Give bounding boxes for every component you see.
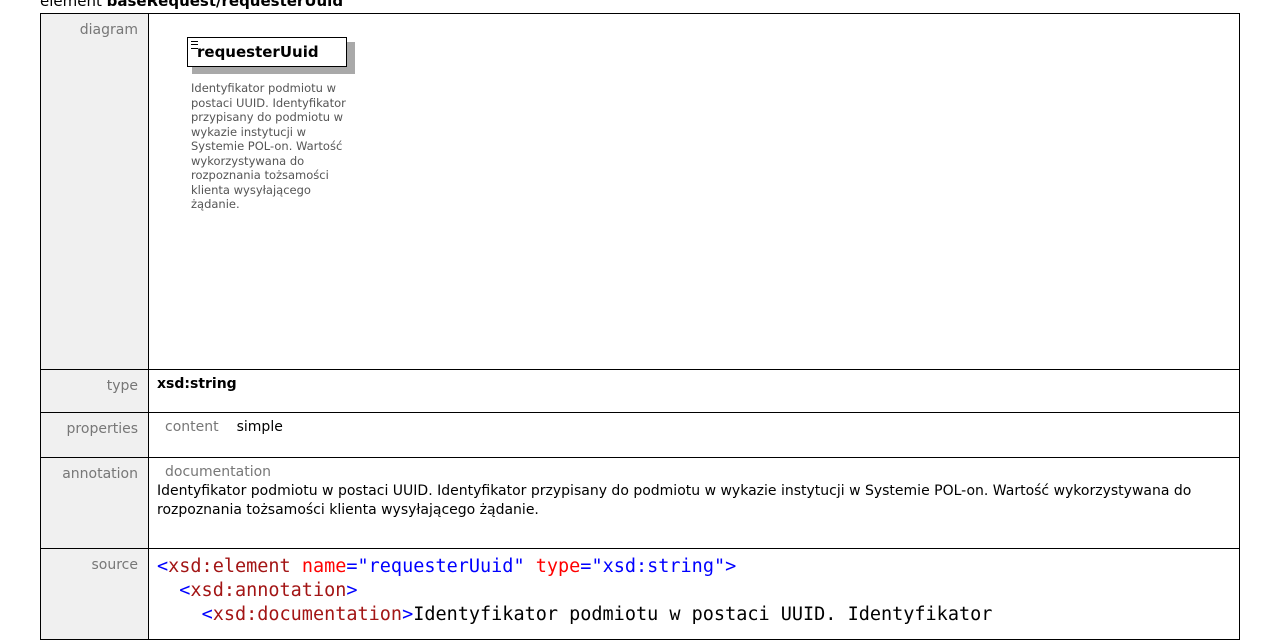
diagram-doc-line: klienta wysyłającego xyxy=(191,182,311,197)
properties-cell: content simple xyxy=(148,412,1240,458)
heading-prefix: element xyxy=(40,0,102,10)
source-punct: > xyxy=(725,556,737,577)
row-source: source <xsd:element name="requesterUuid"… xyxy=(40,548,1240,640)
property-value: simple xyxy=(236,419,283,435)
source-code: <xsd:element name="requesterUuid" type="… xyxy=(157,555,1231,627)
row-label-source: source xyxy=(40,548,149,640)
diagram-doc-line: rozpoznania tożsamości xyxy=(191,168,329,182)
annotation-text: Identyfikator podmiotu w postaci UUID. I… xyxy=(157,483,1192,518)
source-punct: > xyxy=(402,604,414,625)
annotation-key: documentation xyxy=(165,464,272,480)
type-value[interactable]: xsd:string xyxy=(157,376,237,392)
source-text: Identyfikator podmiotu w postaci UUID. I… xyxy=(413,604,993,625)
heading-element-name: baseRequest/requesterUuid xyxy=(106,0,344,10)
source-attr: type xyxy=(535,556,581,577)
source-tag: xsd:documentation xyxy=(212,604,403,625)
diagram-doc-line: postaci UUID. Identyfikator xyxy=(191,95,346,110)
diagram-doc-line: przypisany do podmiotu w xyxy=(191,110,344,124)
source-line-3: <xsd:documentation>Identyfikator podmiot… xyxy=(157,603,1231,627)
diagram-doc-line: Identyfikator podmiotu w xyxy=(191,81,336,95)
row-diagram: diagram requesterUuid Identyfikator podm… xyxy=(40,13,1240,370)
row-label-annotation: annotation xyxy=(40,457,149,549)
source-tag: xsd:annotation xyxy=(190,580,347,601)
source-attr: name xyxy=(301,556,347,577)
element-doc-table: diagram requesterUuid Identyfikator podm… xyxy=(40,13,1240,640)
row-properties: properties content simple xyxy=(40,412,1240,458)
source-attr-value: "requesterUuid" xyxy=(357,556,525,577)
row-label-properties: properties xyxy=(40,412,149,458)
diagram-doc-line: Systemie POL-on. Wartość xyxy=(191,139,343,153)
source-punct: < xyxy=(201,604,213,625)
diagram: requesterUuid Identyfikator podmiotu w p… xyxy=(187,37,355,212)
diagram-element-box[interactable]: requesterUuid xyxy=(187,37,347,67)
type-cell: xsd:string xyxy=(148,369,1240,413)
row-annotation: annotation documentation Identyfikator p… xyxy=(40,457,1240,549)
row-label-diagram: diagram xyxy=(40,13,149,370)
source-punct: < xyxy=(157,556,169,577)
section-heading: element baseRequest/requesterUuid xyxy=(40,0,343,10)
source-attr-value: "xsd:string" xyxy=(591,556,726,577)
property-key: content xyxy=(165,419,219,435)
diagram-doc-line: wykorzystywana do xyxy=(191,153,305,168)
diagram-element-name: requesterUuid xyxy=(197,43,319,61)
diagram-doc-line: żądanie. xyxy=(191,197,240,211)
source-cell: <xsd:element name="requesterUuid" type="… xyxy=(148,548,1240,640)
source-line-1: <xsd:element name="requesterUuid" type="… xyxy=(157,556,737,577)
annotation-cell: documentation Identyfikator podmiotu w p… xyxy=(148,457,1240,549)
diagram-doc-line: wykazie instytucji w xyxy=(191,124,307,139)
row-type: type xsd:string xyxy=(40,369,1240,413)
diagram-documentation: Identyfikator podmiotu w postaci UUID. I… xyxy=(191,81,351,212)
diagram-cell: requesterUuid Identyfikator podmiotu w p… xyxy=(148,13,1240,370)
row-label-type: type xyxy=(40,369,149,413)
source-line-2: <xsd:annotation> xyxy=(157,579,1231,603)
source-punct: > xyxy=(346,580,358,601)
source-tag: xsd:element xyxy=(168,556,291,577)
source-punct: < xyxy=(179,580,191,601)
property-row: content simple xyxy=(157,419,1231,435)
element-lines-icon xyxy=(191,41,198,49)
